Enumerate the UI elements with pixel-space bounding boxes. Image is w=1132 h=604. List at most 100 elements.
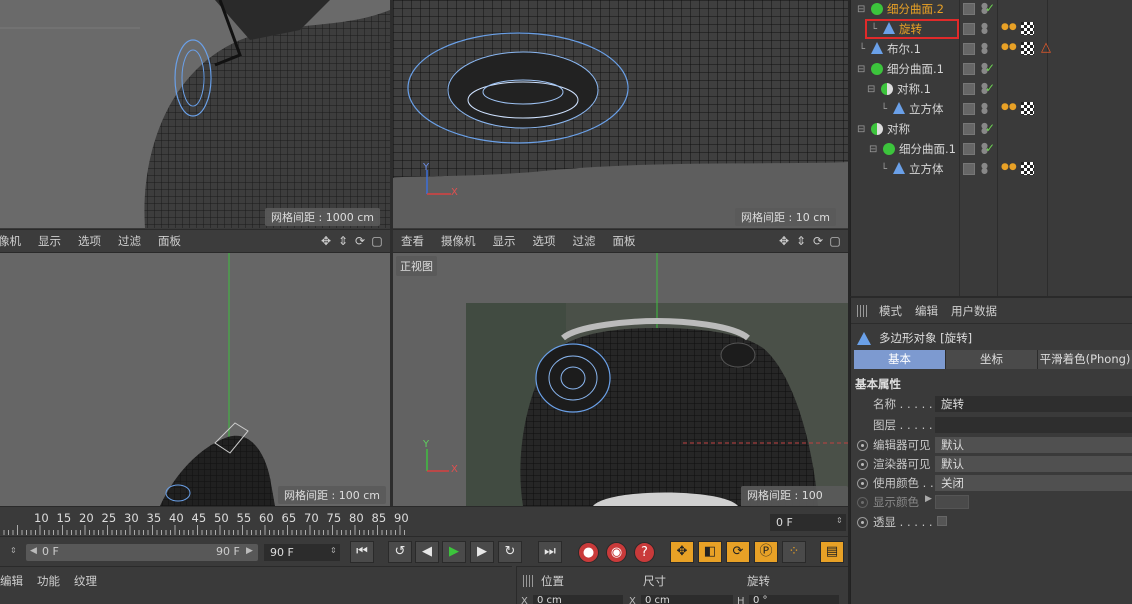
menu-function[interactable]: 功能 bbox=[37, 573, 60, 589]
object-row[interactable]: ⊟ 细分曲面.1 ● ● ✓ bbox=[851, 139, 1132, 159]
rotate-key-button[interactable]: ⟳ bbox=[726, 541, 750, 563]
layer-tag-icon[interactable] bbox=[963, 3, 975, 15]
keyframe-radio-icon[interactable] bbox=[857, 478, 868, 489]
move-view-icon[interactable]: ✥ bbox=[777, 234, 791, 248]
menu-texture[interactable]: 纹理 bbox=[74, 573, 97, 589]
object-row[interactable]: ⊟ 细分曲面.2 ● ● ✓ bbox=[851, 0, 1132, 19]
object-row[interactable]: └ 布尔.1 ● ● ●● △ bbox=[851, 39, 1132, 59]
warning-tag-icon[interactable]: △ bbox=[1041, 40, 1051, 55]
editor-visible-dropdown[interactable]: 默认 bbox=[935, 437, 1132, 453]
keyframe-radio-icon[interactable] bbox=[857, 440, 868, 451]
auto-key-button[interactable]: ◉ bbox=[606, 542, 627, 563]
texture-tag-icon[interactable] bbox=[1021, 162, 1034, 175]
record-button[interactable]: ● bbox=[578, 542, 599, 563]
scale-key-button[interactable]: ◧ bbox=[698, 541, 722, 563]
prev-frame-button[interactable]: ◀ bbox=[415, 541, 439, 563]
keyframe-radio-icon[interactable] bbox=[857, 459, 868, 470]
stepper-icon[interactable]: ⇕ bbox=[836, 516, 843, 525]
maximize-view-icon[interactable]: ▢ bbox=[370, 234, 384, 248]
stepper-icon[interactable]: ⇕ bbox=[10, 546, 17, 555]
keyframe-radio-icon[interactable] bbox=[857, 497, 868, 508]
render-visible-dropdown[interactable]: 默认 bbox=[935, 456, 1132, 472]
menu-filter[interactable]: 过滤 bbox=[118, 233, 141, 249]
menu-camera[interactable]: 像机 bbox=[0, 233, 21, 249]
layer-tag-icon[interactable] bbox=[963, 123, 975, 135]
object-row[interactable]: ⊟ 细分曲面.1 ● ● ✓ bbox=[851, 59, 1132, 79]
menu-edit[interactable]: 编辑 bbox=[0, 573, 23, 589]
rot-h-field[interactable]: 0 ° bbox=[749, 595, 839, 604]
grip-icon[interactable] bbox=[857, 304, 869, 317]
menu-options[interactable]: 选项 bbox=[78, 233, 101, 249]
menu-filter[interactable]: 过滤 bbox=[573, 233, 596, 249]
menu-mode[interactable]: 模式 bbox=[879, 303, 902, 319]
menu-display[interactable]: 显示 bbox=[493, 233, 516, 249]
phong-tag-icon[interactable]: ●● bbox=[1001, 102, 1017, 112]
pos-x-field[interactable]: 0 cm bbox=[533, 595, 623, 604]
layer-field[interactable] bbox=[935, 417, 1132, 433]
layer-tag-icon[interactable] bbox=[963, 63, 975, 75]
expand-arrow-icon[interactable]: ▶ bbox=[925, 494, 932, 504]
viewport-bottom-left[interactable]: 网格间距 : 100 cm bbox=[0, 253, 390, 506]
keyframe-radio-icon[interactable] bbox=[857, 517, 868, 528]
size-x-field[interactable]: 0 cm bbox=[641, 595, 733, 604]
viewport-top-left[interactable]: 网格间距 : 1000 cm bbox=[0, 0, 390, 228]
menu-view[interactable]: 查看 bbox=[401, 233, 424, 249]
object-row[interactable]: └ 立方体 ● ● ●● bbox=[851, 159, 1132, 179]
enabled-check-icon[interactable]: ✓ bbox=[985, 81, 995, 95]
object-row[interactable]: └ 立方体 ● ● ●● bbox=[851, 99, 1132, 119]
object-row[interactable]: └ 旋转 ● ● ●● bbox=[851, 19, 1132, 39]
maximize-view-icon[interactable]: ▢ bbox=[828, 234, 842, 248]
move-view-icon[interactable]: ✥ bbox=[319, 234, 333, 248]
xray-checkbox[interactable] bbox=[937, 516, 947, 526]
texture-tag-icon[interactable] bbox=[1021, 102, 1034, 115]
object-row[interactable]: ⊟ 对称 ● ● ✓ bbox=[851, 119, 1132, 139]
use-color-dropdown[interactable]: 关闭 bbox=[935, 475, 1132, 491]
menu-user-data[interactable]: 用户数据 bbox=[951, 303, 997, 319]
menu-panel[interactable]: 面板 bbox=[158, 233, 181, 249]
tab-phong[interactable]: 平滑着色(Phong) bbox=[1038, 350, 1132, 369]
rotate-view-icon[interactable]: ⟳ bbox=[811, 234, 825, 248]
enabled-check-icon[interactable]: ✓ bbox=[985, 141, 995, 155]
menu-display[interactable]: 显示 bbox=[38, 233, 61, 249]
zoom-view-icon[interactable]: ⇕ bbox=[794, 234, 808, 248]
keyframe-help-button[interactable]: ? bbox=[634, 542, 655, 563]
viewport-bottom-right[interactable]: 正视图 Y X 网格间距 : 100 cm bbox=[393, 253, 848, 506]
phong-tag-icon[interactable]: ●● bbox=[1001, 22, 1017, 34]
menu-edit[interactable]: 编辑 bbox=[915, 303, 938, 319]
enabled-check-icon[interactable]: ✓ bbox=[985, 61, 995, 75]
layer-tag-icon[interactable] bbox=[963, 43, 975, 55]
layer-tag-icon[interactable] bbox=[963, 103, 975, 115]
grip-icon[interactable] bbox=[523, 575, 535, 587]
texture-tag-icon[interactable] bbox=[1021, 22, 1034, 35]
pla-key-button[interactable]: ⁘ bbox=[782, 541, 806, 563]
phong-tag-icon[interactable]: ●● bbox=[1001, 42, 1017, 52]
move-key-button[interactable]: ✥ bbox=[670, 541, 694, 563]
menu-panel[interactable]: 面板 bbox=[613, 233, 636, 249]
go-to-start-button[interactable]: ⏮ bbox=[350, 541, 374, 563]
phong-tag-icon[interactable]: ●● bbox=[1001, 162, 1017, 172]
timeline-ruler[interactable]: 10 15 20 25 30 35 40 45 50 55 60 65 70 75 80 85 90 0 F ⇕ bbox=[0, 506, 848, 536]
enabled-check-icon[interactable]: ✓ bbox=[985, 121, 995, 135]
enabled-check-icon[interactable]: ✓ bbox=[985, 1, 995, 15]
tab-coordinates[interactable]: 坐标 bbox=[946, 350, 1038, 369]
layer-tag-icon[interactable] bbox=[963, 143, 975, 155]
layer-tag-icon[interactable] bbox=[963, 163, 975, 175]
go-to-end-button[interactable]: ⏭ bbox=[538, 541, 562, 563]
timeline-window-button[interactable]: ▤ bbox=[820, 541, 844, 563]
texture-tag-icon[interactable] bbox=[1021, 42, 1034, 55]
play-button[interactable]: ▶ bbox=[442, 541, 466, 563]
zoom-view-icon[interactable]: ⇕ bbox=[336, 234, 350, 248]
max-frame-field[interactable]: 90 F bbox=[264, 544, 340, 561]
layer-tag-icon[interactable] bbox=[963, 83, 975, 95]
next-frame-button[interactable]: ▶ bbox=[470, 541, 494, 563]
rotate-view-icon[interactable]: ⟳ bbox=[353, 234, 367, 248]
viewport-top-right[interactable]: Y X 网格间距 : 10 cm bbox=[393, 0, 848, 228]
tab-basic[interactable]: 基本 bbox=[854, 350, 946, 369]
current-frame-field[interactable]: 0 F bbox=[770, 514, 846, 531]
name-field[interactable]: 旋转 bbox=[935, 396, 1132, 412]
object-row[interactable]: ⊟ 对称.1 ● ● ✓ bbox=[851, 79, 1132, 99]
prev-key-button[interactable]: ↺ bbox=[388, 541, 412, 563]
frame-range-slider[interactable]: ◀ 0 F 90 F ▶ bbox=[26, 544, 258, 561]
layer-tag-icon[interactable] bbox=[963, 23, 975, 35]
display-color-swatch[interactable] bbox=[935, 495, 969, 509]
